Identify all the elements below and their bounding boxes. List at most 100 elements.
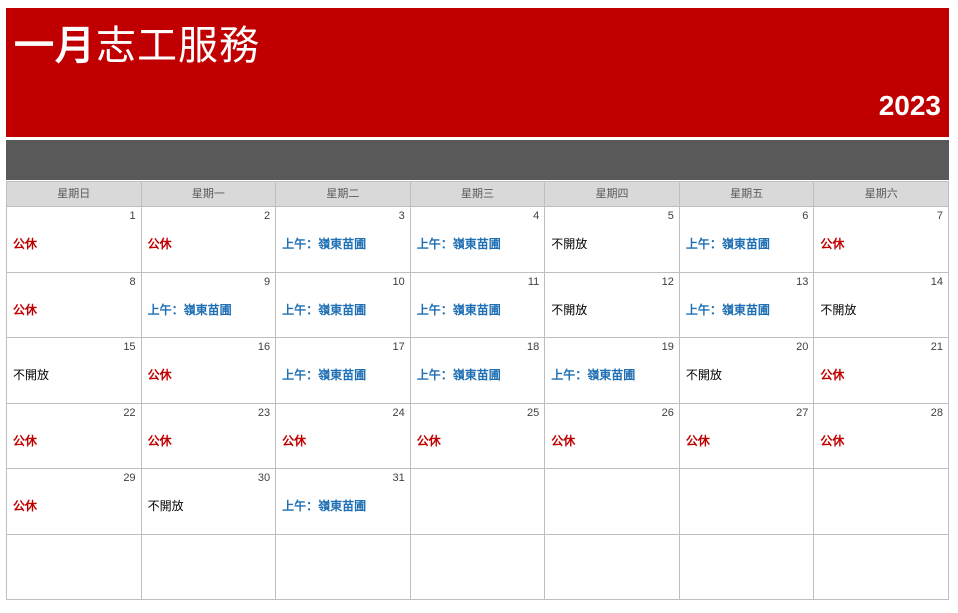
day-number: 9	[264, 275, 271, 288]
day-cell[interactable]: 9 上午：嶺東苗圃	[141, 272, 277, 338]
day-note: 上午：嶺東苗圃	[551, 368, 636, 382]
weekday-header: 星期一	[141, 182, 277, 207]
day-cell[interactable]: 20 不開放	[679, 338, 815, 404]
day-note: 公休	[13, 237, 38, 251]
day-note: 上午：嶺東苗圃	[416, 368, 501, 382]
day-cell[interactable]: 25 公休	[410, 403, 546, 469]
day-note: 不開放	[551, 302, 588, 317]
day-cell[interactable]: 7 公休	[814, 207, 949, 273]
day-cell[interactable]: 26 公休	[545, 403, 680, 469]
day-cell[interactable]	[814, 534, 949, 600]
day-cell[interactable]	[679, 534, 815, 600]
day-cell[interactable]: 8 公休	[7, 272, 142, 338]
day-number: 26	[661, 406, 674, 419]
day-number: 20	[796, 341, 809, 353]
day-note: 公休	[820, 433, 845, 448]
day-cell[interactable]: 23 公休	[141, 403, 277, 469]
month-label: 一月	[14, 23, 96, 69]
day-number: 16	[257, 341, 271, 353]
day-cell[interactable]: 21 公休	[814, 338, 949, 404]
day-note: 不開放	[13, 368, 50, 382]
day-cell[interactable]: 5 不開放	[545, 207, 680, 273]
day-note: 公休	[551, 433, 576, 448]
day-cell[interactable]: 16 公休	[141, 338, 277, 404]
day-number: 30	[257, 472, 271, 484]
day-cell[interactable]: 1 公休	[7, 207, 142, 273]
day-note: 公休	[820, 368, 845, 382]
title-label: 志工服務	[96, 23, 260, 69]
day-number: 18	[527, 341, 540, 353]
day-number: 29	[123, 472, 136, 484]
day-note: 上午：嶺東苗圃	[685, 302, 770, 317]
day-cell[interactable]	[141, 534, 277, 600]
day-number: 2	[264, 210, 271, 222]
day-cell[interactable]	[276, 534, 411, 600]
day-cell[interactable]	[410, 534, 546, 600]
day-cell[interactable]: 18 上午：嶺東苗圃	[410, 338, 546, 404]
day-cell[interactable]: 6 上午：嶺東苗圃	[679, 207, 815, 273]
day-cell[interactable]	[410, 469, 546, 535]
day-cell[interactable]	[7, 534, 142, 600]
day-number: 21	[930, 341, 943, 353]
day-note: 不開放	[685, 368, 722, 382]
day-number: 1	[129, 210, 136, 222]
weekday-header: 星期二	[276, 182, 411, 207]
day-number: 22	[123, 406, 136, 419]
day-cell[interactable]: 14 不開放	[814, 272, 949, 338]
day-number: 28	[930, 406, 943, 419]
day-cell[interactable]: 3 上午：嶺東苗圃	[276, 207, 411, 273]
day-cell[interactable]: 27 公休	[679, 403, 815, 469]
day-number: 25	[527, 406, 540, 419]
day-note: 上午：嶺東苗圃	[282, 368, 367, 382]
day-cell[interactable]: 19 上午：嶺東苗圃	[545, 338, 680, 404]
day-number: 7	[936, 210, 943, 222]
day-note: 公休	[147, 368, 172, 382]
day-cell[interactable]	[679, 469, 815, 535]
day-note: 公休	[147, 433, 172, 448]
calendar-grid: 星期日 星期一 星期二 星期三 星期四 星期五 星期六 1 公休 2 公休 3 上午：嶺東苗圃 4 上午：嶺…	[6, 181, 949, 600]
day-note: 公休	[685, 433, 710, 448]
day-cell[interactable]: 29 公休	[7, 469, 142, 535]
day-cell[interactable]: 13 上午：嶺東苗圃	[679, 272, 815, 338]
day-cell[interactable]: 15 不開放	[7, 338, 142, 404]
day-number: 11	[527, 275, 540, 288]
day-cell[interactable]: 31 上午：嶺東苗圃	[276, 469, 411, 535]
day-cell[interactable]: 4 上午：嶺東苗圃	[410, 207, 546, 273]
day-cell[interactable]: 22 公休	[7, 403, 142, 469]
weekday-header: 星期六	[814, 182, 949, 207]
day-note: 公休	[13, 499, 38, 513]
calendar-header: 一月志工服務 2023	[6, 8, 949, 137]
weekday-header: 星期日	[7, 182, 142, 207]
day-number: 23	[257, 406, 271, 419]
day-note: 公休	[820, 237, 845, 251]
day-cell[interactable]: 10 上午：嶺東苗圃	[276, 272, 411, 338]
day-number: 6	[802, 210, 809, 222]
day-note: 公休	[13, 433, 38, 448]
day-number: 13	[796, 275, 809, 288]
day-number: 8	[129, 275, 136, 288]
day-number: 10	[392, 275, 405, 288]
day-cell[interactable]: 17 上午：嶺東苗圃	[276, 338, 411, 404]
day-cell[interactable]: 2 公休	[141, 207, 277, 273]
day-number: 17	[392, 341, 405, 353]
year-label: 2023	[878, 90, 941, 121]
day-note: 公休	[147, 237, 172, 251]
day-note: 上午：嶺東苗圃	[416, 237, 501, 251]
day-number: 12	[661, 275, 674, 288]
day-note: 上午：嶺東苗圃	[282, 237, 367, 251]
day-note: 上午：嶺東苗圃	[685, 237, 770, 251]
day-cell[interactable]	[545, 469, 680, 535]
day-cell[interactable]	[814, 469, 949, 535]
day-cell[interactable]	[545, 534, 680, 600]
day-note: 不開放	[147, 499, 184, 513]
day-note: 上午：嶺東苗圃	[282, 302, 367, 317]
day-cell[interactable]: 30 不開放	[141, 469, 277, 535]
day-cell[interactable]: 11 上午：嶺東苗圃	[410, 272, 546, 338]
day-cell[interactable]: 12 不開放	[545, 272, 680, 338]
day-cell[interactable]: 24 公休	[276, 403, 411, 469]
weekday-header: 星期三	[410, 182, 546, 207]
day-number: 5	[667, 210, 674, 222]
day-cell[interactable]: 28 公休	[814, 403, 949, 469]
header-band	[6, 140, 949, 180]
day-note: 公休	[282, 433, 307, 448]
